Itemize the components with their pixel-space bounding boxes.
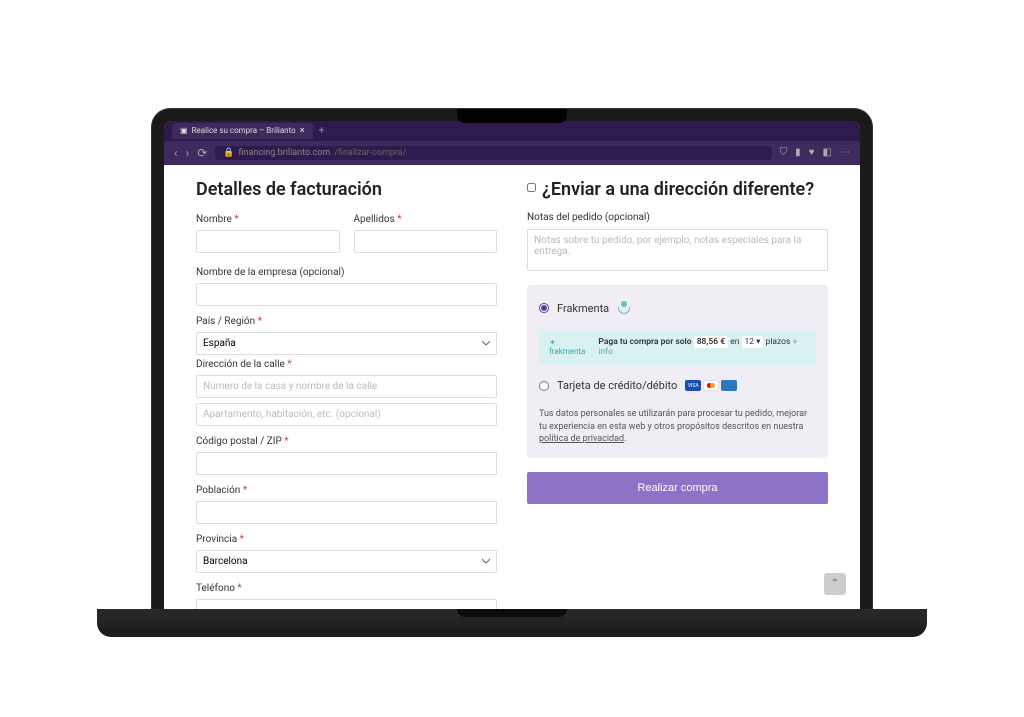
banner-amount: 88,56 €: [694, 336, 728, 348]
last-name-input[interactable]: [354, 230, 498, 253]
heart-icon[interactable]: ♥: [809, 147, 815, 158]
sidebar-icon[interactable]: ◧: [823, 147, 832, 158]
browser-actions: ⛉ ▮ ♥ ◧ ⋯: [780, 147, 850, 158]
frakmenta-banner: ✶ frakmenta Paga tu compra por solo 88,5…: [539, 329, 816, 365]
laptop-base: [97, 609, 927, 637]
ship-different-row: ¿Enviar a una dirección diferente?: [527, 179, 828, 201]
last-name-label: Apellidos *: [354, 214, 498, 225]
first-name-label: Nombre *: [196, 214, 340, 225]
zip-label: Código postal / ZIP *: [196, 436, 497, 447]
url-host: financing.brilianto.com: [239, 148, 331, 158]
phone-label: Teléfono *: [196, 583, 497, 594]
ship-different-heading: ¿Enviar a una dirección diferente?: [542, 179, 814, 201]
zip-input[interactable]: [196, 452, 497, 475]
billing-column: Detalles de facturación Nombre * Apellid…: [196, 179, 497, 595]
page-content: Detalles de facturación Nombre * Apellid…: [164, 165, 860, 609]
company-label: Nombre de la empresa (opcional): [196, 267, 497, 278]
new-tab-button[interactable]: +: [319, 124, 325, 137]
street-input-2[interactable]: [196, 403, 497, 426]
card-label: Tarjeta de crédito/débito: [557, 379, 677, 392]
frakmenta-icon: [617, 301, 631, 315]
company-input[interactable]: [196, 283, 497, 306]
frakmenta-radio[interactable]: [539, 303, 549, 313]
reload-button[interactable]: ⟳: [197, 146, 207, 160]
country-label: País / Región *: [196, 316, 497, 327]
city-input[interactable]: [196, 501, 497, 524]
street-input-1[interactable]: [196, 375, 497, 398]
payment-option-frakmenta[interactable]: Frakmenta: [539, 297, 816, 319]
street-label: Dirección de la calle *: [196, 359, 497, 370]
close-icon[interactable]: ×: [300, 126, 305, 136]
billing-heading: Detalles de facturación: [196, 179, 497, 200]
browser-tab[interactable]: ▣ Realice su compra – Brilianto ×: [172, 123, 313, 139]
mastercard-icon: [703, 380, 719, 391]
extension-icon[interactable]: ▮: [795, 147, 801, 158]
frakmenta-mini-logo: ✶ frakmenta: [549, 338, 592, 356]
laptop-base-notch: [457, 609, 567, 617]
shield-icon[interactable]: ⛉: [780, 147, 788, 158]
amex-icon: [721, 380, 737, 391]
menu-icon[interactable]: ⋯: [840, 147, 850, 158]
country-select[interactable]: España: [196, 332, 497, 355]
plazos-select[interactable]: 12 ▾: [742, 336, 764, 348]
payment-option-card[interactable]: Tarjeta de crédito/débito VISA: [539, 375, 816, 396]
province-label: Provincia *: [196, 534, 497, 545]
ship-different-checkbox[interactable]: [527, 183, 536, 192]
browser-nav-bar: ‹ › ⟳ 🔒 financing.brilianto.com/finaliza…: [164, 141, 860, 165]
screen: ▣ Realice su compra – Brilianto × + ‹ › …: [164, 121, 860, 609]
card-radio[interactable]: [539, 381, 549, 391]
shipping-payment-column: ¿Enviar a una dirección diferente? Notas…: [527, 179, 828, 595]
phone-input[interactable]: [196, 599, 497, 609]
order-notes-input[interactable]: [527, 229, 828, 271]
laptop-notch: [457, 109, 567, 123]
province-select[interactable]: Barcelona: [196, 550, 497, 573]
url-path: /finalizar-compra/: [334, 148, 406, 158]
url-bar[interactable]: 🔒 financing.brilianto.com/finalizar-comp…: [215, 146, 771, 160]
back-button[interactable]: ‹: [174, 146, 178, 160]
card-icons: VISA: [685, 380, 737, 391]
privacy-link[interactable]: política de privacidad: [539, 434, 624, 444]
visa-icon: VISA: [685, 380, 701, 391]
first-name-input[interactable]: [196, 230, 340, 253]
lock-icon: 🔒: [223, 148, 234, 158]
laptop-frame: ▣ Realice su compra – Brilianto × + ‹ › …: [152, 109, 872, 609]
place-order-button[interactable]: Realizar compra: [527, 472, 828, 504]
order-notes-label: Notas del pedido (opcional): [527, 212, 828, 223]
privacy-notice: Tus datos personales se utilizarán para …: [539, 408, 816, 446]
payment-methods-box: Frakmenta ✶ frakmenta Paga tu compra por…: [527, 285, 828, 458]
tab-title: Realice su compra – Brilianto: [192, 126, 296, 135]
frakmenta-label: Frakmenta: [557, 302, 609, 315]
browser-tab-bar: ▣ Realice su compra – Brilianto × +: [164, 121, 860, 141]
city-label: Población *: [196, 485, 497, 496]
tab-favicon: ▣: [180, 126, 188, 135]
forward-button[interactable]: ›: [186, 146, 190, 160]
scroll-to-top-button[interactable]: ⌃: [824, 573, 846, 595]
